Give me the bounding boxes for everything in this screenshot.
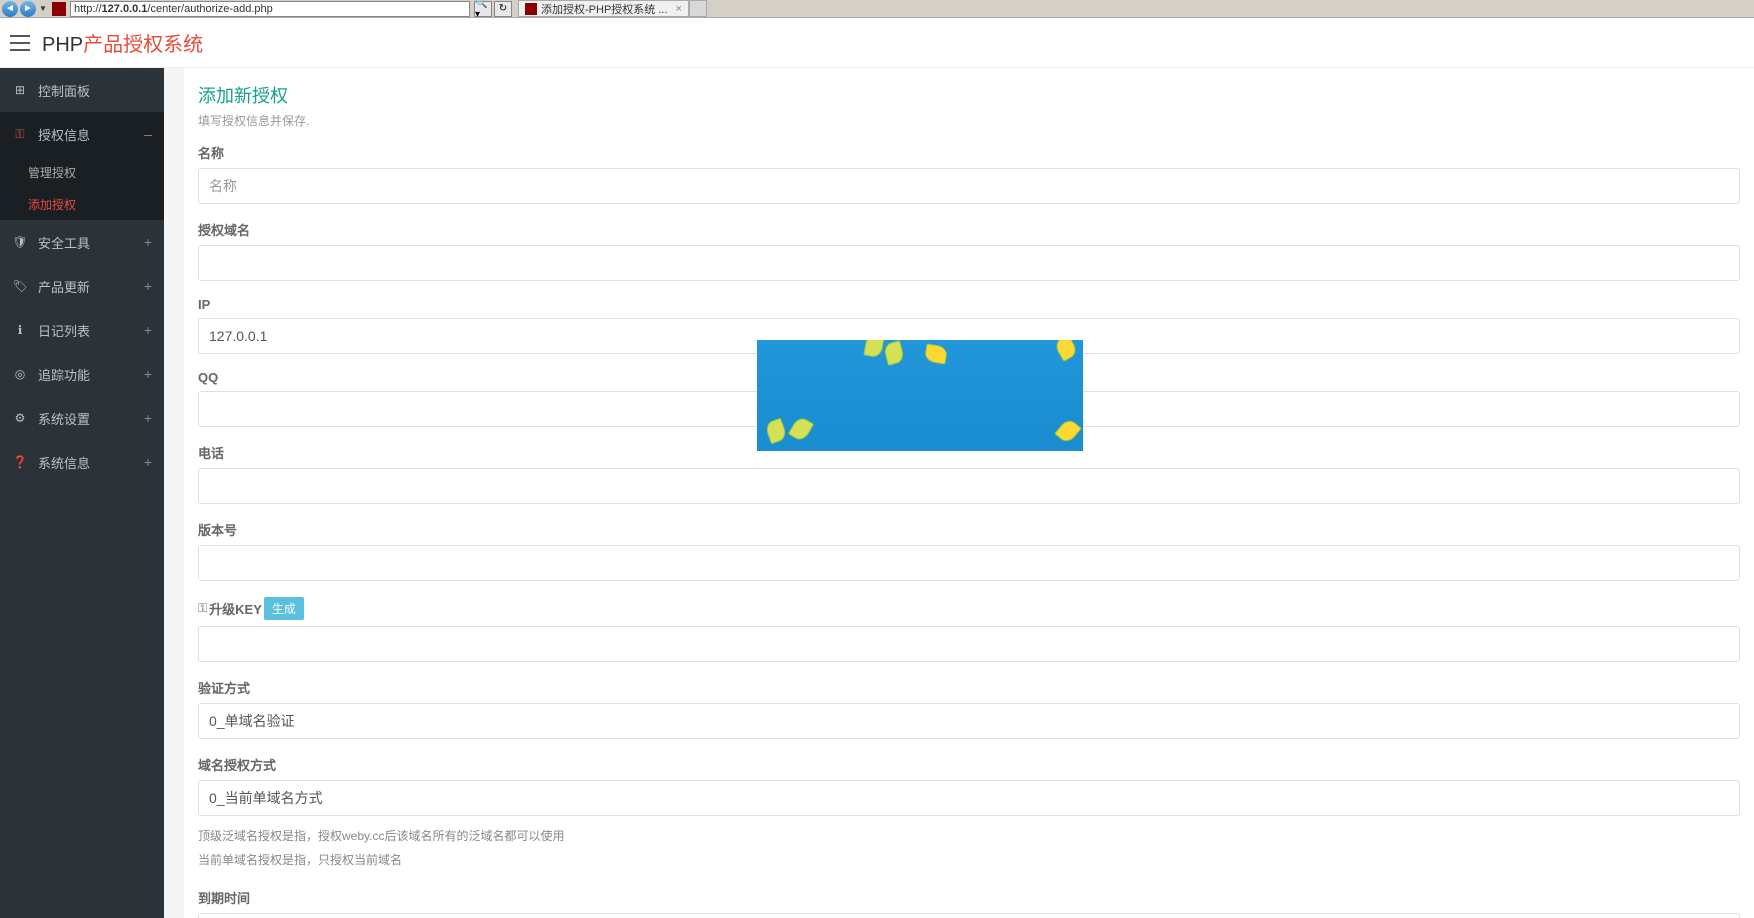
tab-title: 添加授权-PHP授权系统 ... [541, 1, 668, 17]
authmode-select[interactable]: 0_当前单域名方式 [198, 780, 1740, 816]
url-prefix: http:// [74, 3, 102, 15]
sidebar-label: 追踪功能 [38, 365, 90, 384]
name-label: 名称 [198, 143, 1740, 162]
sidebar-sub-add[interactable]: 添加授权 [0, 188, 164, 220]
page-subtitle: 填写授权信息并保存. [198, 112, 1740, 129]
expire-label: 到期时间 [198, 888, 1740, 907]
shield-icon: 🛡 [12, 235, 28, 249]
expand-icon: + [144, 410, 152, 426]
sidebar-label: 控制面板 [38, 81, 90, 100]
content-card: 添加新授权 填写授权信息并保存. 名称 授权域名 IP QQ 电话 [184, 68, 1754, 918]
sidebar-item-sysinfo[interactable]: ❓ 系统信息 + [0, 440, 164, 484]
help-text-1: 顶级泛域名授权是指，授权weby.cc后该域名所有的泛域名都可以使用 [198, 824, 1740, 848]
sidebar-item-log[interactable]: ℹ 日记列表 + [0, 308, 164, 352]
dashboard-icon: ⊞ [12, 83, 28, 97]
collapse-icon: – [144, 126, 152, 142]
url-host: 127.0.0.1 [102, 3, 148, 15]
sidebar-item-product[interactable]: 🏷 产品更新 + [0, 264, 164, 308]
url-bar[interactable]: http://127.0.0.1/center/authorize-add.ph… [70, 1, 470, 17]
expand-icon: + [144, 454, 152, 470]
form-group-name: 名称 [198, 143, 1740, 204]
app-header: PHP产品授权系统 [0, 18, 1754, 68]
floating-ad-overlay [757, 340, 1083, 451]
expand-icon: + [144, 234, 152, 250]
sidebar-submenu: 管理授权 添加授权 [0, 156, 164, 220]
tab-close-button[interactable]: × [676, 3, 682, 15]
back-button[interactable]: ◄ [2, 1, 18, 17]
title-part-1: PHP [42, 34, 83, 56]
new-tab-button[interactable] [689, 0, 707, 17]
app-title: PHP产品授权系统 [42, 28, 203, 57]
form-group-version: 版本号 [198, 520, 1740, 581]
expire-input[interactable] [198, 913, 1740, 918]
form-group-domain: 授权域名 [198, 220, 1740, 281]
authmode-label: 域名授权方式 [198, 755, 1740, 774]
main-content: 添加新授权 填写授权信息并保存. 名称 授权域名 IP QQ 电话 [164, 68, 1754, 918]
tag-icon: 🏷 [12, 279, 28, 293]
tab-favicon-icon [525, 3, 537, 15]
browser-tab-active[interactable]: 添加授权-PHP授权系统 ... × [518, 0, 689, 17]
verify-label: 验证方式 [198, 678, 1740, 697]
key-icon: ⚿ [198, 601, 207, 616]
sidebar-label: 授权信息 [38, 125, 90, 144]
form-group-phone: 电话 [198, 443, 1740, 504]
form-group-key: ⚿ 升级KEY 生成 [198, 597, 1740, 662]
sidebar-item-security[interactable]: 🛡 安全工具 + [0, 220, 164, 264]
sidebar: ⊞ 控制面板 ⚿ 授权信息 – 管理授权 添加授权 🛡 安全工具 + 🏷 产品更… [0, 68, 164, 918]
sidebar-item-auth[interactable]: ⚿ 授权信息 – [0, 112, 164, 156]
url-path: /center/authorize-add.php [147, 3, 272, 15]
browser-tabs: 添加授权-PHP授权系统 ... × [518, 0, 707, 17]
title-part-2: 产品授权系统 [83, 34, 203, 56]
sidebar-item-track[interactable]: ◎ 追踪功能 + [0, 352, 164, 396]
sidebar-item-settings[interactable]: ⚙ 系统设置 + [0, 396, 164, 440]
sidebar-label: 系统设置 [38, 409, 90, 428]
name-input[interactable] [198, 168, 1740, 204]
browser-nav-buttons: ◄ ► ▼ [0, 0, 70, 17]
sidebar-item-dashboard[interactable]: ⊞ 控制面板 [0, 68, 164, 112]
page-title: 添加新授权 [198, 82, 1740, 108]
sidebar-label: 系统信息 [38, 453, 90, 472]
favicon-icon [52, 2, 66, 16]
key-label: 升级KEY [209, 599, 262, 618]
sidebar-label: 日记列表 [38, 321, 90, 340]
info-icon: ℹ [12, 323, 28, 337]
forward-button[interactable]: ► [20, 1, 36, 17]
search-dropdown-icon[interactable]: 🔍▾ [474, 1, 492, 17]
form-group-verify: 验证方式 0_单域名验证 [198, 678, 1740, 739]
key-input[interactable] [198, 626, 1740, 662]
generate-key-button[interactable]: 生成 [264, 597, 304, 620]
expand-icon: + [144, 322, 152, 338]
expand-icon: + [144, 278, 152, 294]
sidebar-label: 产品更新 [38, 277, 90, 296]
sidebar-sub-manage[interactable]: 管理授权 [0, 156, 164, 188]
help-text-2: 当前单域名授权是指，只授权当前域名 [198, 848, 1740, 872]
form-group-authmode: 域名授权方式 0_当前单域名方式 顶级泛域名授权是指，授权weby.cc后该域名… [198, 755, 1740, 872]
expand-icon: + [144, 366, 152, 382]
menu-toggle-icon[interactable] [10, 35, 30, 51]
phone-input[interactable] [198, 468, 1740, 504]
sidebar-label: 安全工具 [38, 233, 90, 252]
key-icon: ⚿ [12, 127, 28, 142]
target-icon: ◎ [12, 367, 28, 381]
nav-dropdown[interactable]: ▼ [38, 2, 48, 16]
version-input[interactable] [198, 545, 1740, 581]
version-label: 版本号 [198, 520, 1740, 539]
url-controls: 🔍▾ ↻ [474, 1, 512, 17]
form-group-expire: 到期时间 [198, 888, 1740, 918]
verify-select[interactable]: 0_单域名验证 [198, 703, 1740, 739]
refresh-button[interactable]: ↻ [494, 1, 512, 17]
domain-label: 授权域名 [198, 220, 1740, 239]
gear-icon: ⚙ [12, 411, 28, 425]
domain-input[interactable] [198, 245, 1740, 281]
help-icon: ❓ [12, 455, 28, 469]
ip-label: IP [198, 297, 1740, 312]
browser-chrome: ◄ ► ▼ http://127.0.0.1/center/authorize-… [0, 0, 1754, 18]
